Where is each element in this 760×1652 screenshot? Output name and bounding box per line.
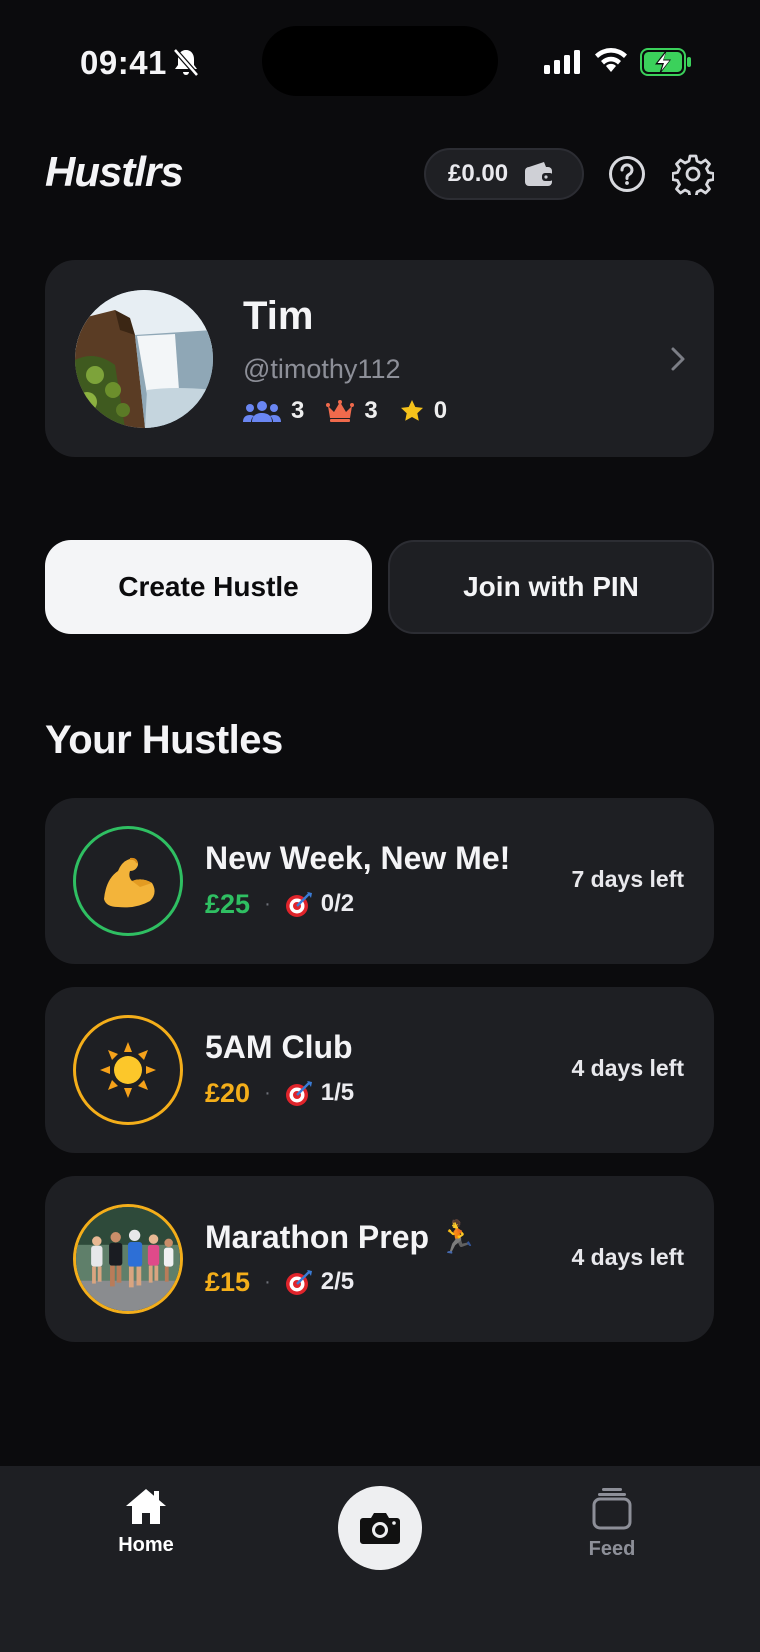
hustle-days-left: 7 days left <box>571 866 685 892</box>
hustle-goal-progress: 2/5 <box>320 1268 355 1295</box>
settings-gear-icon[interactable] <box>672 153 714 195</box>
tab-feed-label: Feed <box>588 1538 636 1560</box>
create-hustle-button[interactable]: Create Hustle <box>45 540 372 634</box>
profile-stats: 3 3 0 <box>243 396 469 426</box>
wallet-amount: £0.00 <box>448 160 509 187</box>
wallet-balance-button[interactable]: £0.00 <box>424 148 584 200</box>
help-icon[interactable] <box>608 155 646 193</box>
hustle-amount: £25 <box>205 888 251 919</box>
hustle-title: 5AM Club <box>205 1029 353 1065</box>
hustle-goal-progress: 0/2 <box>320 890 355 917</box>
app-logo: Hustlrs <box>45 148 184 195</box>
hustle-title: Marathon Prep 🏃 <box>205 1219 478 1255</box>
wifi-icon <box>595 48 627 72</box>
camera-button[interactable] <box>338 1486 422 1570</box>
target-dart-icon <box>285 1270 312 1295</box>
tab-home-label: Home <box>118 1534 174 1556</box>
people-group-icon <box>243 401 281 422</box>
separator-dot: · <box>264 1081 271 1104</box>
flexed-biceps-icon <box>73 826 183 936</box>
status-time: 09:41 <box>80 44 167 81</box>
camera-icon <box>360 1513 400 1544</box>
hustle-goal-progress: 1/5 <box>320 1079 355 1106</box>
status-bar: 09:41 <box>0 0 760 120</box>
battery-charging-icon <box>640 48 691 76</box>
stat-crowns: 3 <box>326 397 378 425</box>
cellular-signal-icon <box>544 50 580 74</box>
feed-stack-icon <box>592 1488 632 1530</box>
hustle-days-left: 4 days left <box>571 1055 685 1081</box>
stat-stars: 0 <box>400 397 447 425</box>
wallet-icon <box>525 162 554 186</box>
hustle-card[interactable]: Marathon Prep 🏃 £15 · 2/5 4 days left <box>45 1176 714 1342</box>
tab-home[interactable]: Home <box>100 1486 192 1557</box>
hustle-days-left: 4 days left <box>571 1244 685 1270</box>
stat-stars-value: 0 <box>433 397 448 424</box>
tab-feed[interactable]: Feed <box>566 1486 658 1561</box>
hustle-card[interactable]: 5AM Club £20 · 1/5 4 days left <box>45 987 714 1153</box>
crown-icon <box>326 400 355 422</box>
target-dart-icon <box>285 1081 312 1106</box>
chevron-right-icon <box>671 347 685 371</box>
section-title-your-hustles: Your Hustles <box>45 718 283 762</box>
star-icon <box>400 400 423 421</box>
hustle-meta: £20 · 1/5 <box>205 1077 354 1109</box>
join-with-pin-button[interactable]: Join with PIN <box>388 540 714 634</box>
bell-muted-icon <box>173 48 199 77</box>
runners-photo <box>73 1204 183 1314</box>
bottom-tab-bar: Home Feed <box>0 1466 760 1652</box>
hustle-card[interactable]: New Week, New Me! £25 · 0/2 7 days left <box>45 798 714 964</box>
profile-name: Tim <box>243 294 314 338</box>
hustle-title: New Week, New Me! <box>205 840 511 876</box>
hustle-amount: £15 <box>205 1266 251 1297</box>
target-dart-icon <box>285 892 312 917</box>
stat-groups: 3 <box>243 397 304 425</box>
hustle-amount: £20 <box>205 1077 251 1108</box>
dynamic-island <box>262 26 498 96</box>
profile-handle: @timothy112 <box>243 354 401 384</box>
hustle-meta: £15 · 2/5 <box>205 1266 354 1298</box>
avatar <box>75 290 213 428</box>
stat-crowns-value: 3 <box>364 397 378 424</box>
stat-groups-value: 3 <box>291 397 305 424</box>
separator-dot: · <box>264 1270 271 1293</box>
hustle-meta: £25 · 0/2 <box>205 888 354 920</box>
separator-dot: · <box>264 892 271 915</box>
sun-icon <box>73 1015 183 1125</box>
home-icon <box>126 1489 166 1524</box>
